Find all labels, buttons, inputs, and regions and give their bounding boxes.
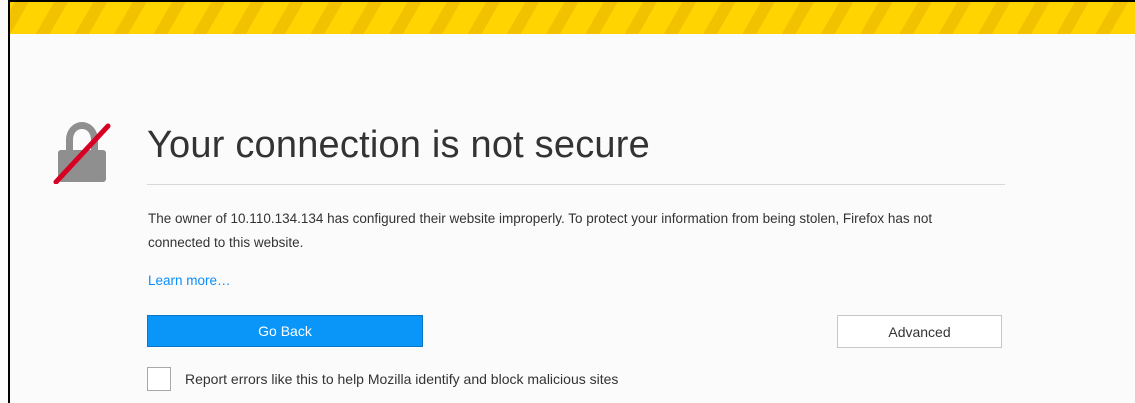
go-back-button[interactable]: Go Back xyxy=(147,315,423,347)
title-divider xyxy=(147,184,1005,185)
error-page-frame: Your connection is not secure The owner … xyxy=(0,0,1135,403)
broken-lock-icon xyxy=(53,122,111,184)
report-errors-label: Report errors like this to help Mozilla … xyxy=(185,371,619,387)
learn-more-link[interactable]: Learn more… xyxy=(148,273,231,288)
report-errors-checkbox[interactable] xyxy=(147,367,171,391)
page-title: Your connection is not secure xyxy=(147,124,650,166)
error-description: The owner of 10.110.134.134 has configur… xyxy=(148,211,933,250)
report-errors-row: Report errors like this to help Mozilla … xyxy=(147,364,618,394)
advanced-button[interactable]: Advanced xyxy=(837,315,1002,348)
warning-stripe xyxy=(10,0,1135,34)
